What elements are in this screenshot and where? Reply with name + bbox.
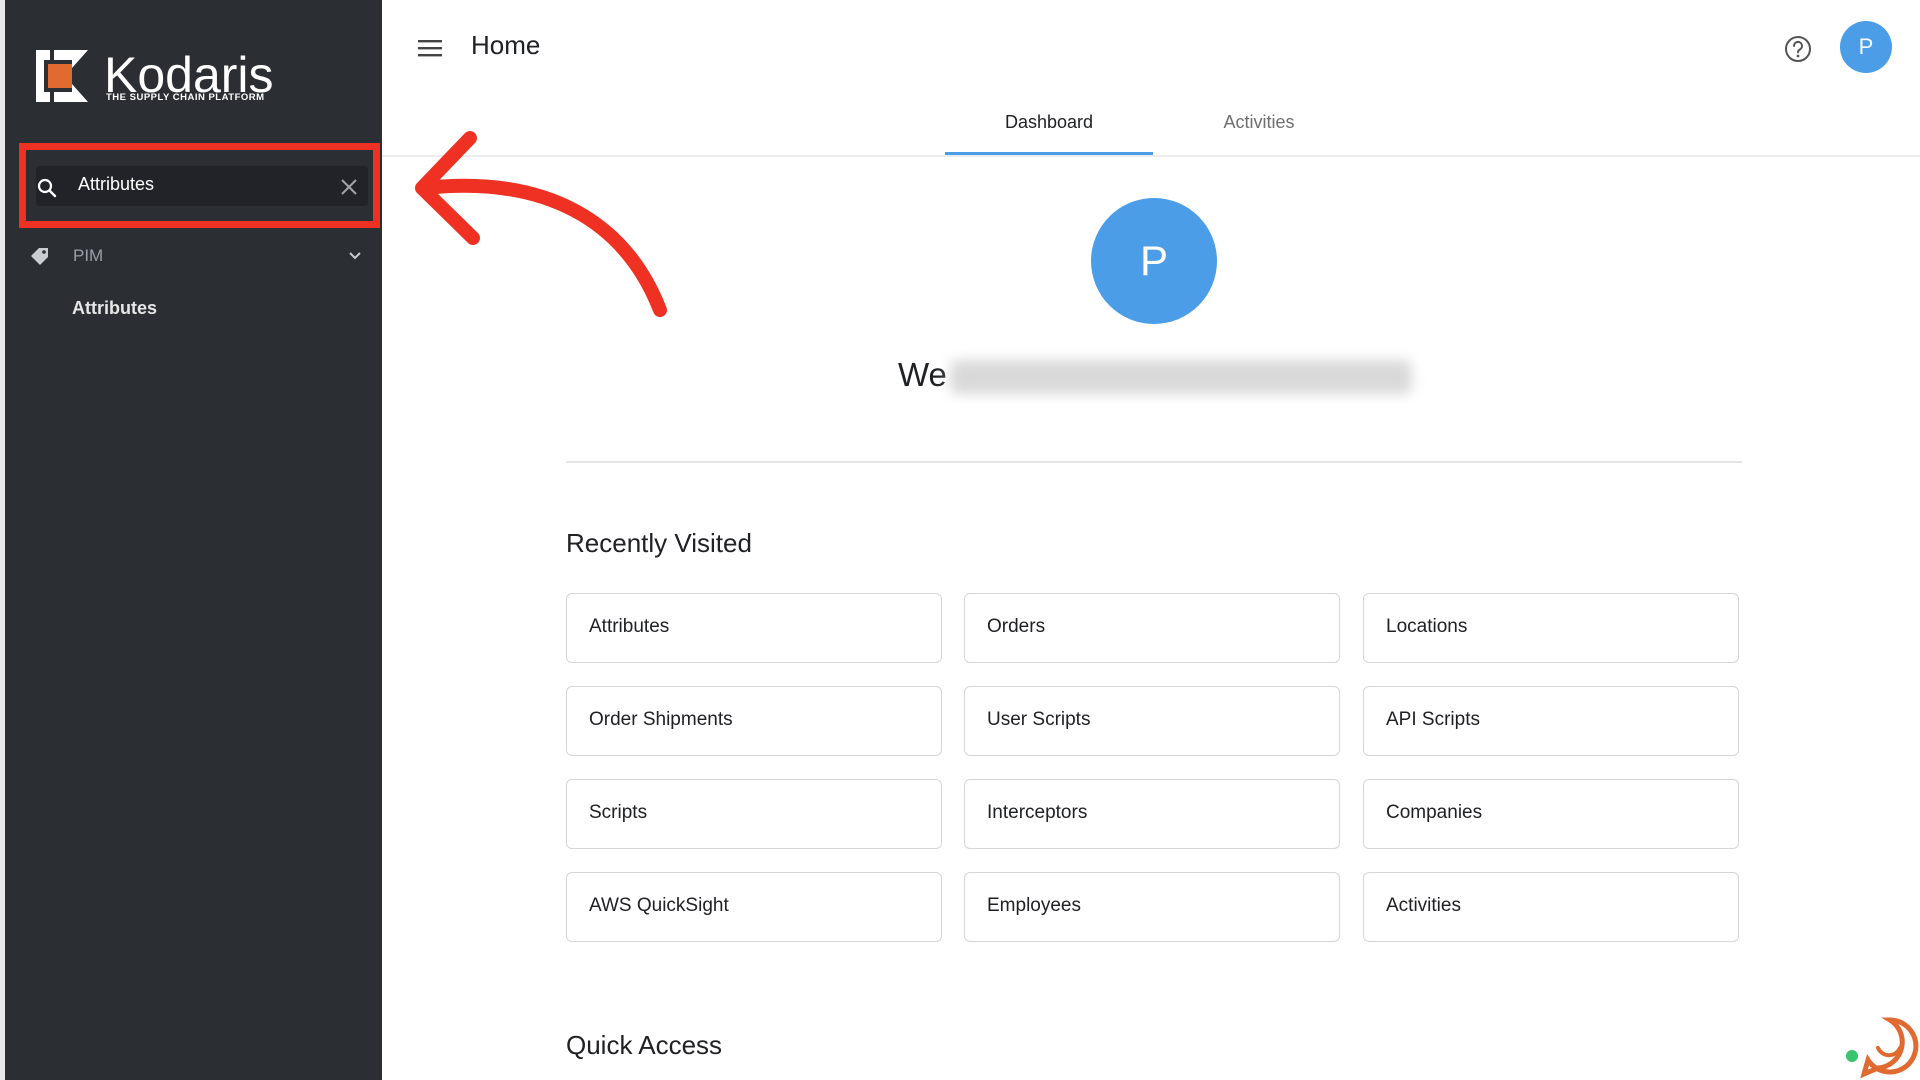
sidebar-search-input[interactable]: Attributes (36, 166, 368, 206)
redacted-email (950, 360, 1412, 394)
search-highlight-box: Attributes (19, 143, 380, 228)
recent-item-label: Locations (1386, 616, 1468, 637)
tab-dashboard[interactable]: Dashboard (945, 112, 1153, 133)
kodaris-logo[interactable]: Kodaris THE SUPPLY CHAIN PLATFORM (32, 44, 274, 108)
sidebar-item-pim[interactable]: PIM (25, 242, 365, 272)
recent-item-label: Attributes (589, 616, 670, 637)
recent-item[interactable]: Companies (1363, 779, 1739, 849)
recent-item[interactable]: Locations (1363, 593, 1739, 663)
hamburger-menu-icon[interactable] (416, 36, 444, 60)
section-divider (566, 461, 1742, 463)
help-icon[interactable] (1783, 34, 1813, 64)
recently-visited-title: Recently Visited (566, 528, 752, 558)
recent-item[interactable]: Scripts (566, 779, 942, 849)
recent-item-label: AWS QuickSight (589, 895, 729, 916)
recent-item-label: Order Shipments (589, 709, 733, 730)
recent-item[interactable]: Interceptors (964, 779, 1340, 849)
profile-avatar: P (1091, 198, 1217, 324)
recent-item[interactable]: Employees (964, 872, 1340, 942)
page-title: Home (471, 30, 541, 60)
annotation-arrow-icon (415, 131, 667, 317)
chat-support-icon[interactable] (1844, 1014, 1920, 1080)
user-avatar[interactable]: P (1840, 21, 1892, 73)
recent-item-label: User Scripts (987, 709, 1091, 730)
recent-item-label: Companies (1386, 802, 1483, 823)
recent-item[interactable]: User Scripts (964, 686, 1340, 756)
recent-item-label: API Scripts (1386, 709, 1480, 730)
kodaris-logo-mark-icon (36, 50, 88, 102)
recent-item[interactable]: Attributes (566, 593, 942, 663)
recent-item[interactable]: Orders (964, 593, 1340, 663)
recent-item[interactable]: Order Shipments (566, 686, 942, 756)
tab-activities[interactable]: Activities (1155, 112, 1363, 133)
recent-item[interactable]: API Scripts (1363, 686, 1739, 756)
recent-item-label: Interceptors (987, 802, 1088, 823)
search-icon (37, 178, 57, 198)
recent-item-label: Scripts (589, 802, 648, 823)
welcome-text: We (898, 356, 947, 393)
recent-item-label: Activities (1386, 895, 1461, 916)
recent-item-label: Employees (987, 895, 1081, 916)
tag-icon (31, 248, 48, 265)
quick-access-title: Quick Access (566, 1030, 723, 1060)
clear-search-icon[interactable] (338, 176, 360, 198)
recent-item[interactable]: Activities (1363, 872, 1739, 942)
recent-item[interactable]: AWS QuickSight (566, 872, 942, 942)
recent-item-label: Orders (987, 616, 1046, 637)
sidebar-item-attributes[interactable]: Attributes (72, 298, 157, 319)
search-input-value[interactable]: Attributes (78, 174, 154, 195)
sidebar: Kodaris THE SUPPLY CHAIN PLATFORM Attrib… (0, 0, 382, 1080)
chevron-down-icon[interactable] (347, 248, 363, 264)
logo-tagline: THE SUPPLY CHAIN PLATFORM (106, 92, 265, 103)
sidebar-item-pim-label: PIM (73, 246, 104, 265)
active-tab-indicator (945, 152, 1153, 155)
